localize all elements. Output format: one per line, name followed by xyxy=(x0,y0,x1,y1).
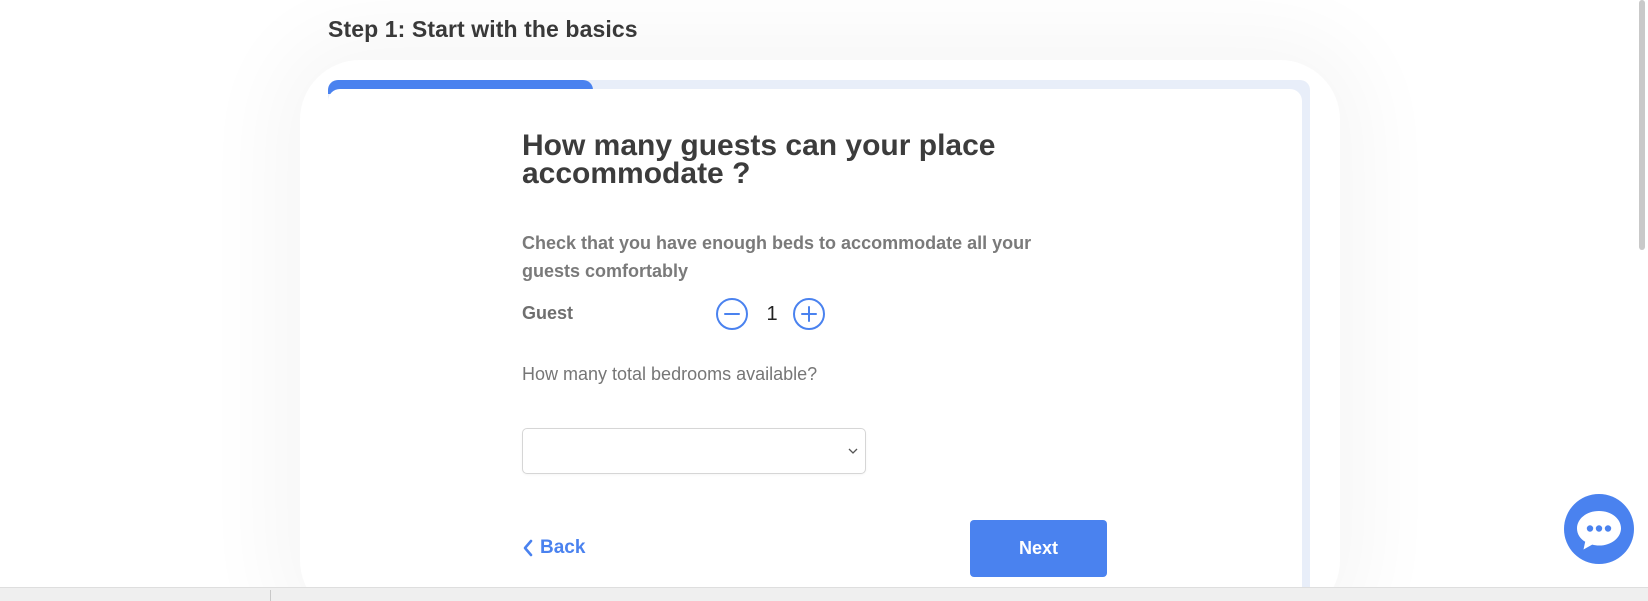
step-title: Step 1: Start with the basics xyxy=(328,16,638,42)
chat-bubble-icon xyxy=(1577,511,1621,550)
guest-label: Guest xyxy=(522,303,574,323)
plus-circle-icon xyxy=(801,306,817,322)
bedrooms-select[interactable] xyxy=(522,428,866,474)
minus-circle-icon xyxy=(724,313,740,315)
guest-increment-button[interactable] xyxy=(793,298,825,330)
question-heading: How many guests can your place accommoda… xyxy=(522,129,996,190)
guest-count: 1 xyxy=(766,303,778,325)
guest-decrement-button[interactable] xyxy=(716,298,748,330)
chevron-down-icon xyxy=(848,448,858,454)
bottom-bar xyxy=(0,587,1648,601)
back-button[interactable]: Back xyxy=(522,537,585,559)
scrollbar-thumb[interactable] xyxy=(1639,0,1645,250)
bedrooms-label: How many total bedrooms available? xyxy=(522,364,818,384)
hint-text: Check that you have enough beds to accom… xyxy=(522,233,1032,281)
chat-button[interactable] xyxy=(1564,494,1634,564)
chevron-left-icon xyxy=(523,539,533,557)
bottom-divider xyxy=(270,590,271,601)
next-button[interactable]: Next xyxy=(970,520,1107,577)
page: Step 1: Start with the basics How many g… xyxy=(0,0,1648,601)
back-label: Back xyxy=(540,537,586,558)
